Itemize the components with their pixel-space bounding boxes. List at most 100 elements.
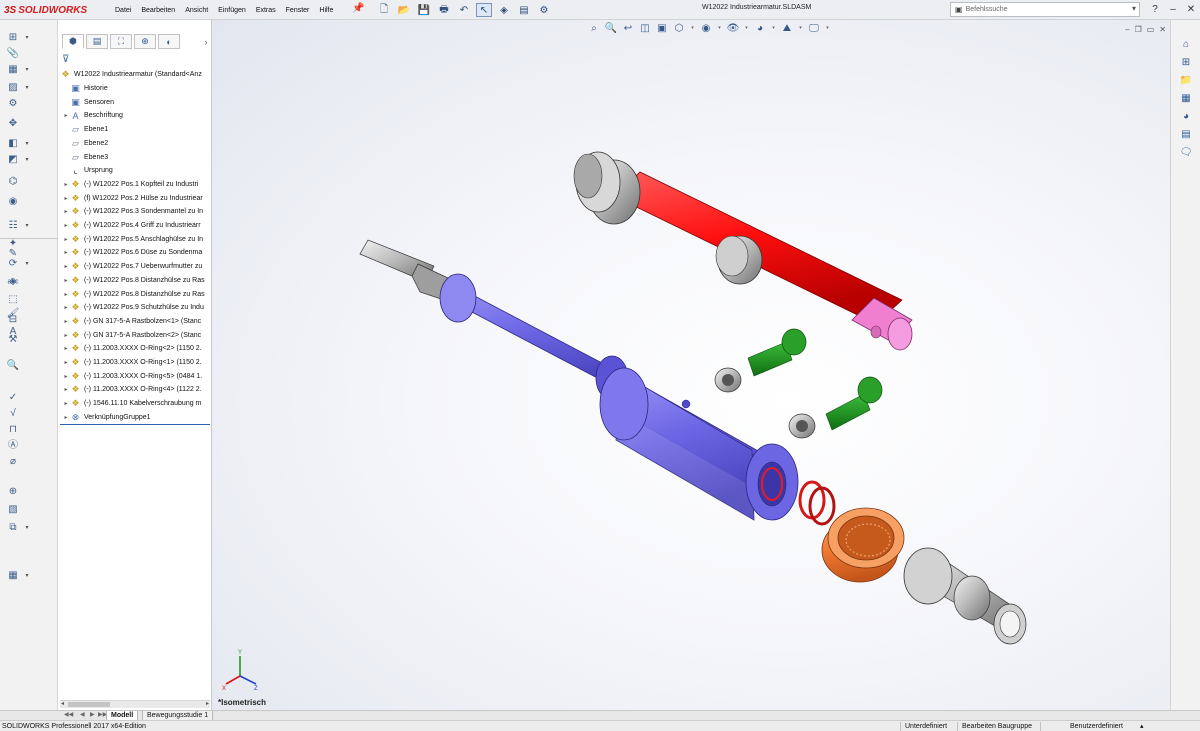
magnify-icon[interactable]: 🔍 <box>6 360 20 372</box>
union-nut[interactable] <box>821 507 905 583</box>
dropdown-arrow-icon[interactable]: ▾ <box>24 64 30 76</box>
menu-item[interactable]: Ansicht <box>180 7 213 14</box>
take-snapshot-icon[interactable]: ⬚ <box>6 294 20 306</box>
command-search-field[interactable]: ▣ Befehlssuche ▾ <box>950 2 1140 17</box>
bill-of-materials-icon[interactable]: ☷ <box>6 220 20 232</box>
tree-item[interactable]: ▸ ❖ (-) 11.2003.XXXX O-Ring<4> (1122 2. <box>62 383 212 397</box>
smart-fasteners-icon[interactable]: ⚙ <box>6 98 20 110</box>
expand-arrow-icon[interactable]: ▸ <box>62 345 70 352</box>
tree-root-assembly[interactable]: ❖ W12022 Industriearmatur (Standard<Anz <box>60 68 212 82</box>
tree-item[interactable]: ▸ ❖ (-) 1546.11.10 Kabelverschraubung m <box>62 397 212 411</box>
tab-nav-prev-icon[interactable]: ◀ <box>80 711 85 718</box>
tree-item[interactable]: ▱ Ebene3 <box>62 150 212 164</box>
tree-item[interactable]: ▸ ⊗ VerknüpfungGruppe1 <box>62 411 212 425</box>
pin-icon[interactable]: 📌 <box>352 3 364 14</box>
new-document-icon[interactable]: 🗋 <box>376 3 392 17</box>
assembly-model[interactable] <box>212 20 1170 710</box>
dropdown-arrow-icon[interactable]: ▾ <box>24 32 30 44</box>
tree-item[interactable]: ▸ ❖ (-) W12022 Pos.4 Griff zu Industriearr <box>62 219 212 233</box>
menu-item[interactable]: Hilfe <box>314 7 338 14</box>
open-icon[interactable]: 📂 <box>396 3 412 17</box>
graphics-area[interactable]: ⌕ 🔍 ↩ ◫ ▣ ⬡ ▾ ◉ ▾ 👁 ▾ ◕ ▾ ⛰ ▾ 🖵 ▾ – ❐ ▭ … <box>212 20 1170 710</box>
expand-arrow-icon[interactable]: ▸ <box>62 304 70 311</box>
tree-rollback-bar[interactable] <box>60 424 210 425</box>
surface-finish-icon[interactable]: √ <box>6 408 20 420</box>
nozzle-part[interactable] <box>359 239 451 303</box>
expand-arrow-icon[interactable]: ▸ <box>62 386 70 393</box>
dropdown-arrow-icon[interactable]: ▾ <box>24 258 30 270</box>
tree-item[interactable]: ▸ ❖ (-) W12022 Pos.8 Distanzhülse zu Ras <box>62 287 212 301</box>
expand-arrow-icon[interactable]: ▸ <box>62 181 70 188</box>
tree-item[interactable]: ▸ ❖ (-) GN 317-5-A Rastbolzen<2> (Stanc <box>62 328 212 342</box>
format-painter-icon[interactable]: 🖌 <box>6 308 20 320</box>
scrollbar-thumb[interactable] <box>68 702 110 707</box>
center-mark-icon[interactable]: ⊕ <box>6 486 20 498</box>
scroll-left-icon[interactable]: ◂ <box>61 700 64 707</box>
cable-gland[interactable] <box>903 547 1027 645</box>
expand-arrow-icon[interactable]: ▸ <box>62 400 70 407</box>
expand-arrow-icon[interactable]: ▸ <box>62 414 70 421</box>
tree-item[interactable]: ▱ Ebene2 <box>62 137 212 151</box>
datum-feature-icon[interactable]: Ⓐ <box>6 440 20 452</box>
tree-item[interactable]: ▸ ❖ (-) W12022 Pos.1 Kopfteil zu Industri <box>62 178 212 192</box>
move-component-icon[interactable]: ✥ <box>6 118 20 130</box>
dropdown-arrow-icon[interactable]: ▾ <box>24 220 30 232</box>
menu-item[interactable]: Einfügen <box>213 7 251 14</box>
status-units[interactable]: Benutzerdefiniert <box>1070 721 1123 731</box>
tree-item[interactable]: ▸ ❖ (-) GN 317-5-A Rastbolzen<1> (Stanc <box>62 315 212 329</box>
reference-geometry-icon[interactable]: ⌬ <box>6 176 20 188</box>
menu-item[interactable]: Extras <box>251 7 281 14</box>
custom-properties-icon[interactable]: ▤ <box>1178 128 1194 141</box>
tree-item[interactable]: ▣ Sensoren <box>62 95 212 109</box>
design-library-icon[interactable]: ⊞ <box>1178 56 1194 69</box>
tree-item[interactable]: ▸ A Beschriftung <box>62 109 212 123</box>
print-icon[interactable]: 🖶 <box>436 3 452 17</box>
scroll-right-icon[interactable]: ▸ <box>206 700 209 707</box>
table-icon[interactable]: ▦ <box>6 570 20 582</box>
dropdown-arrow-icon[interactable]: ▾ <box>24 154 30 166</box>
rebuild-icon[interactable]: ◈ <box>496 3 512 17</box>
tree-item[interactable]: ▱ Ebene1 <box>62 123 212 137</box>
options-gear-icon[interactable]: ⚙ <box>536 3 552 17</box>
expand-arrow-icon[interactable]: ▸ <box>62 359 70 366</box>
expand-arrow-icon[interactable]: ▸ <box>62 291 70 298</box>
tree-item[interactable]: ▸ ❖ (-) W12022 Pos.6 Düse zu Sondenma <box>62 246 212 260</box>
new-motion-study-icon[interactable]: ◉ <box>6 196 20 208</box>
close-icon[interactable]: ✕ <box>1182 0 1200 18</box>
feature-tree-tab-icon[interactable]: ⬢ <box>62 34 84 49</box>
help-icon[interactable]: ? <box>1146 0 1164 18</box>
menu-item[interactable]: Bearbeiten <box>136 7 180 14</box>
tree-item[interactable]: ▸ ❖ (-) W12022 Pos.5 Anschlaghülse zu In <box>62 232 212 246</box>
expand-arrow-icon[interactable]: ▸ <box>62 332 70 339</box>
expand-arrow-icon[interactable]: ▸ <box>62 112 70 119</box>
tree-item[interactable]: ▣ Historie <box>62 82 212 96</box>
area-hatch-icon[interactable]: ▧ <box>6 504 20 516</box>
units-dropdown-icon[interactable]: ▴ <box>1140 721 1144 731</box>
undo-icon[interactable]: ↶ <box>456 3 472 17</box>
tree-item[interactable]: ▸ ❖ (-) 11.2003.XXXX O-Ring<2> (1150 2. <box>62 342 212 356</box>
tree-item[interactable]: ▸ ❖ (-) W12022 Pos.8 Distanzhülse zu Ras <box>62 274 212 288</box>
expand-arrow-icon[interactable]: ▸ <box>62 277 70 284</box>
chevron-right-icon[interactable]: › <box>200 34 212 49</box>
dropdown-arrow-icon[interactable]: ▾ <box>24 570 30 582</box>
tree-item[interactable]: ▸ ❖ (-) 11.2003.XXXX O-Ring<5> (0484 1. <box>62 369 212 383</box>
property-manager-tab-icon[interactable]: ▤ <box>86 34 108 49</box>
horizontal-scrollbar[interactable]: ◂ ▸ <box>60 700 210 708</box>
select-icon[interactable]: ↖ <box>476 3 492 17</box>
expand-arrow-icon[interactable]: ▸ <box>62 195 70 202</box>
hole-callout-icon[interactable]: ⌀ <box>6 456 20 468</box>
dimxpert-tab-icon[interactable]: ⊕ <box>134 34 156 49</box>
search-dropdown-icon[interactable]: ▾ <box>1132 4 1136 13</box>
probe-sleeve[interactable] <box>439 273 799 521</box>
file-explorer-icon[interactable]: 📁 <box>1178 74 1194 87</box>
expand-arrow-icon[interactable]: ▸ <box>62 318 70 325</box>
tab-nav-next-icon[interactable]: ▶ <box>90 711 95 718</box>
weld-symbol-icon[interactable]: ⊓ <box>6 424 20 436</box>
sw-resources-home-icon[interactable]: ⌂ <box>1178 38 1194 51</box>
expand-arrow-icon[interactable]: ▸ <box>62 208 70 215</box>
solidworks-logo[interactable]: 3S SOLIDWORKS <box>4 3 87 17</box>
appearances-icon[interactable]: ◕ <box>1178 110 1194 123</box>
file-properties-icon[interactable]: ▤ <box>516 3 532 17</box>
assembly-features-icon[interactable]: ◩ <box>6 154 20 166</box>
sketch-icon[interactable]: ✎ <box>6 248 20 260</box>
